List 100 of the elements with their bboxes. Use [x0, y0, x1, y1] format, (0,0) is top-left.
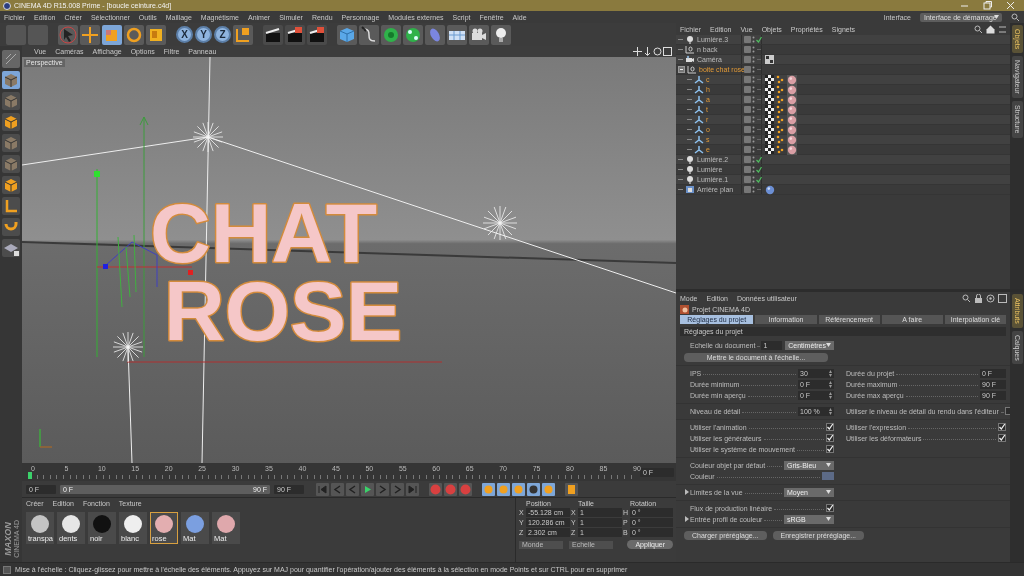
visibility-dots-icon[interactable] — [752, 146, 755, 153]
dolly-icon[interactable] — [643, 47, 652, 56]
search-icon[interactable] — [974, 24, 983, 34]
cube-tool-icon[interactable] — [146, 24, 166, 45]
home-icon[interactable] — [986, 24, 995, 34]
checkmark-icon[interactable] — [756, 176, 762, 183]
target-icon[interactable] — [986, 293, 995, 303]
checkmark-icon[interactable] — [756, 36, 762, 43]
axis-lock-button[interactable]: X — [176, 26, 193, 43]
visibility-dots-icon[interactable] — [752, 116, 755, 123]
checkbox-checked[interactable] — [998, 423, 1006, 431]
visibility-dots-icon[interactable] — [752, 56, 755, 63]
pan-icon[interactable] — [633, 47, 642, 56]
checker-tag-icon[interactable] — [765, 85, 774, 94]
search-icon[interactable] — [962, 293, 971, 303]
visibility-dots-icon[interactable] — [752, 86, 755, 93]
visibility-dots-icon[interactable] — [752, 76, 755, 83]
material-tag-icon[interactable] — [765, 184, 775, 195]
checkmark-icon[interactable] — [756, 166, 762, 173]
orbit-icon[interactable] — [653, 47, 662, 56]
next-key-icon[interactable] — [391, 482, 404, 496]
cube-icon[interactable] — [2, 134, 20, 152]
spinner-icon[interactable] — [829, 380, 832, 388]
checker-tag-icon[interactable] — [765, 125, 774, 134]
cube-icon[interactable] — [337, 24, 357, 45]
expand-arrow-icon[interactable] — [684, 516, 690, 522]
dots-tag-icon[interactable] — [776, 145, 785, 154]
expand-arrow-icon[interactable] — [684, 489, 690, 495]
visibility-dots-icon[interactable] — [752, 136, 755, 143]
visibility-dots-icon[interactable] — [752, 66, 755, 73]
material-tag-icon[interactable] — [787, 94, 797, 105]
locked-grid-icon[interactable] — [2, 239, 20, 257]
play-icon[interactable] — [361, 482, 374, 496]
dotted-circle-icon[interactable] — [403, 24, 423, 45]
timeline-icon[interactable] — [565, 482, 578, 496]
record-icon[interactable] — [429, 482, 442, 496]
subdivision-ring-icon[interactable] — [381, 24, 401, 45]
spinner-icon[interactable] — [829, 369, 832, 377]
previous-key-icon[interactable] — [331, 482, 344, 496]
scale-icon[interactable] — [102, 24, 122, 45]
scale-key-icon[interactable] — [497, 482, 510, 496]
first-frame-icon[interactable] — [316, 482, 329, 496]
axis-lock-button[interactable]: Y — [195, 26, 212, 43]
rotate-icon[interactable] — [124, 24, 144, 45]
spinner-icon[interactable] — [829, 407, 832, 415]
axis-lock-button[interactable]: Z — [214, 26, 231, 43]
visibility-dots-icon[interactable] — [752, 96, 755, 103]
cube-icon[interactable] — [2, 176, 20, 194]
dots-tag-icon[interactable] — [776, 135, 785, 144]
material-tag-icon[interactable] — [787, 114, 797, 125]
light-icon[interactable] — [112, 331, 144, 363]
checkbox-checked[interactable] — [826, 445, 834, 453]
pen-spline-icon[interactable] — [359, 24, 379, 45]
rotate-key-icon[interactable] — [512, 482, 525, 496]
checkbox-checked[interactable] — [998, 434, 1006, 442]
visibility-dots-icon[interactable] — [752, 176, 755, 183]
checkbox-checked[interactable] — [826, 434, 834, 442]
new-panel-icon[interactable] — [998, 293, 1007, 303]
material-tag-icon[interactable] — [787, 84, 797, 95]
material-tag-icon[interactable] — [787, 124, 797, 135]
checker-tag-icon[interactable] — [765, 105, 774, 114]
visibility-dots-icon[interactable] — [752, 156, 755, 163]
visibility-dots-icon[interactable] — [752, 126, 755, 133]
checkbox-checked[interactable] — [826, 423, 834, 431]
coordinate-system-icon[interactable] — [233, 24, 253, 45]
render-picture-viewer-icon[interactable] — [285, 24, 305, 45]
model-icon[interactable] — [2, 50, 20, 68]
render-settings-icon[interactable] — [307, 24, 327, 45]
magnet-icon[interactable] — [2, 218, 20, 236]
visibility-dots-icon[interactable] — [752, 106, 755, 113]
visibility-dots-icon[interactable] — [752, 36, 755, 43]
select-arrow-icon[interactable] — [58, 24, 78, 45]
render-view-icon[interactable] — [263, 24, 283, 45]
close-icon[interactable] — [1006, 1, 1015, 10]
move-key-icon[interactable] — [482, 482, 495, 496]
cube-icon[interactable] — [2, 71, 20, 89]
maximize-icon[interactable] — [663, 47, 672, 56]
camera-icon[interactable] — [469, 24, 489, 45]
dots-tag-icon[interactable] — [776, 95, 785, 104]
dots-tag-icon[interactable] — [776, 115, 785, 124]
expander-icon[interactable] — [678, 66, 685, 73]
material-tag-icon[interactable] — [787, 104, 797, 115]
dots-tag-icon[interactable] — [776, 125, 785, 134]
restore-icon[interactable] — [983, 1, 992, 10]
checker-tag-icon[interactable] — [765, 145, 774, 154]
visibility-dots-icon[interactable] — [752, 46, 755, 53]
checker-tag-icon[interactable] — [765, 75, 774, 84]
material-tag-icon[interactable] — [787, 144, 797, 155]
checkmark-icon[interactable] — [756, 156, 762, 163]
dots-tag-icon[interactable] — [776, 85, 785, 94]
spinner-icon[interactable] — [829, 391, 832, 399]
floor-icon[interactable] — [447, 24, 467, 45]
move-icon[interactable] — [80, 24, 100, 45]
search-icon[interactable] — [1011, 12, 1020, 22]
checker-tag-icon[interactable] — [765, 55, 774, 64]
color-swatch[interactable] — [822, 472, 834, 480]
cube-icon[interactable] — [2, 155, 20, 173]
parameter-key-icon[interactable] — [527, 482, 540, 496]
material-tag-icon[interactable] — [787, 134, 797, 145]
deformer-icon[interactable] — [425, 24, 445, 45]
